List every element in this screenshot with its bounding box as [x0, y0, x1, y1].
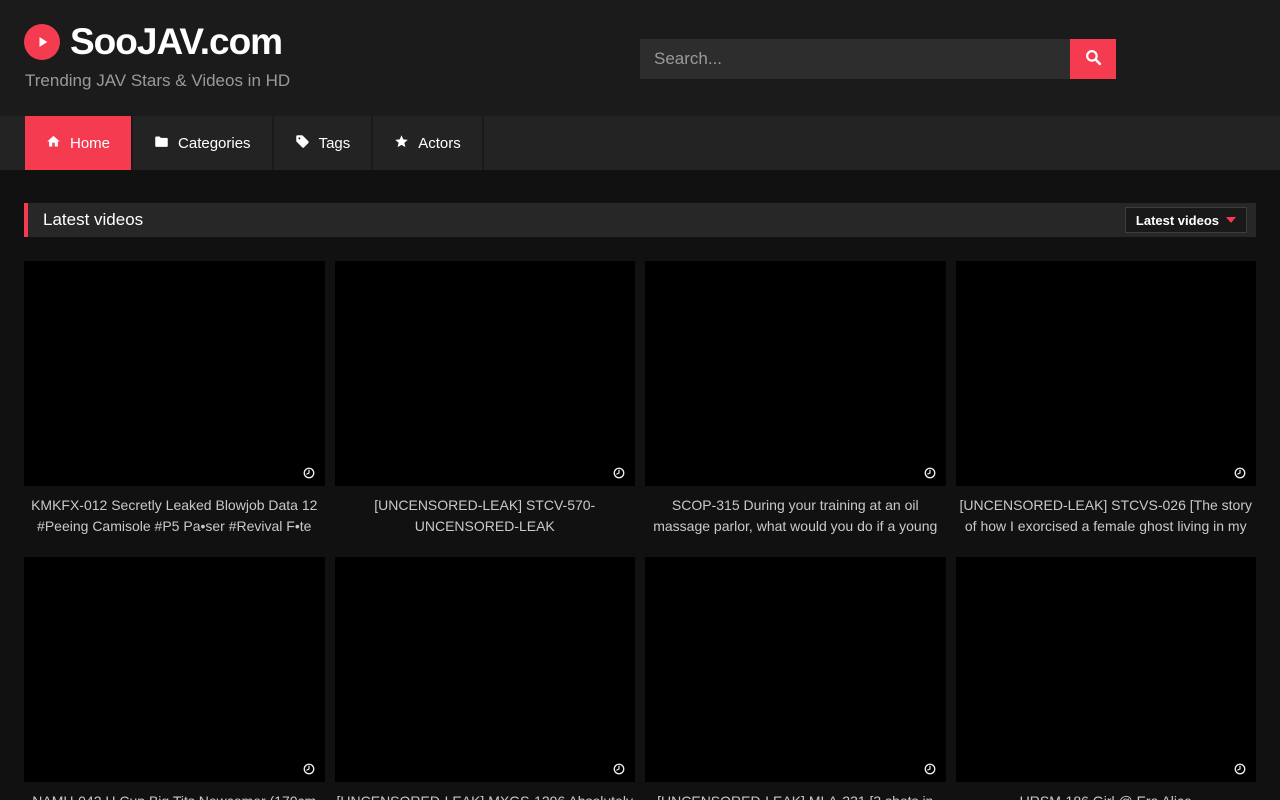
clock-icon: [613, 466, 625, 478]
nav-item-label: Home: [70, 135, 110, 152]
tag-icon: [295, 134, 310, 153]
sort-dropdown-label: Latest videos: [1136, 213, 1219, 228]
clock-icon: [1234, 466, 1246, 478]
video-card: [UNCENSORED-LEAK] MXGS-1296 Absolutely: [335, 557, 636, 800]
video-title[interactable]: NAMH-042 H Cup Big Tits Newcomer (170cm …: [26, 791, 323, 800]
video-thumbnail[interactable]: [645, 261, 946, 486]
site-tagline: Trending JAV Stars & Videos in HD: [25, 71, 290, 91]
section-title: Latest videos: [43, 210, 143, 230]
video-card: [UNCENSORED-LEAK] MLA-231 [3 shots in: [645, 557, 946, 800]
logo-text: SooJAV.com: [70, 21, 282, 63]
nav-item-tags[interactable]: Tags: [274, 116, 374, 170]
video-card: SCOP-315 During your training at an oil …: [645, 261, 946, 537]
clock-icon: [613, 762, 625, 774]
video-title[interactable]: [UNCENSORED-LEAK] MLA-231 [3 shots in: [647, 791, 944, 800]
video-card: NAMH-042 H Cup Big Tits Newcomer (170cm …: [24, 557, 325, 800]
video-title[interactable]: [UNCENSORED-LEAK] STCVS-026 [The story o…: [958, 495, 1255, 537]
video-thumbnail[interactable]: [24, 261, 325, 486]
search-button[interactable]: [1070, 39, 1116, 79]
main-content: Latest videos Latest videos KMKFX-012 Se…: [0, 203, 1280, 800]
section-header: Latest videos Latest videos: [24, 203, 1256, 237]
nav-item-label: Categories: [178, 135, 251, 152]
video-thumbnail[interactable]: [956, 557, 1257, 782]
home-icon: [46, 134, 61, 153]
video-thumbnail[interactable]: [335, 557, 636, 782]
video-title[interactable]: [UNCENSORED-LEAK] MXGS-1296 Absolutely: [337, 791, 634, 800]
video-card: [UNCENSORED-LEAK] STCVS-026 [The story o…: [956, 261, 1257, 537]
video-card: [UNCENSORED-LEAK] STCV-570-UNCENSORED-LE…: [335, 261, 636, 537]
search-form: [640, 39, 1116, 79]
video-card: KMKFX-012 Secretly Leaked Blowjob Data 1…: [24, 261, 325, 537]
video-title[interactable]: URSM-186 Girl @ Era Alice: [958, 791, 1255, 800]
video-title[interactable]: SCOP-315 During your training at an oil …: [647, 495, 944, 537]
sort-dropdown[interactable]: Latest videos: [1125, 207, 1247, 233]
clock-icon: [303, 762, 315, 774]
clock-icon: [924, 762, 936, 774]
site-header: SooJAV.com Trending JAV Stars & Videos i…: [0, 0, 1280, 116]
search-icon: [1084, 48, 1103, 70]
video-thumbnail[interactable]: [956, 261, 1257, 486]
play-icon: [24, 24, 60, 60]
chevron-down-icon: [1226, 217, 1236, 223]
nav-item-label: Actors: [418, 135, 461, 152]
video-title[interactable]: KMKFX-012 Secretly Leaked Blowjob Data 1…: [26, 495, 323, 537]
site-logo[interactable]: SooJAV.com: [24, 21, 282, 63]
video-thumbnail[interactable]: [24, 557, 325, 782]
video-grid: KMKFX-012 Secretly Leaked Blowjob Data 1…: [24, 261, 1256, 800]
clock-icon: [1234, 762, 1246, 774]
clock-icon: [303, 466, 315, 478]
nav-item-categories[interactable]: Categories: [133, 116, 274, 170]
video-title[interactable]: [UNCENSORED-LEAK] STCV-570-UNCENSORED-LE…: [337, 495, 634, 537]
folder-icon: [154, 134, 169, 153]
main-nav: Home Categories Tags Actors: [0, 116, 1280, 170]
nav-item-actors[interactable]: Actors: [373, 116, 484, 170]
search-input[interactable]: [640, 39, 1070, 79]
nav-item-home[interactable]: Home: [25, 116, 133, 170]
video-thumbnail[interactable]: [335, 261, 636, 486]
star-icon: [394, 134, 409, 153]
clock-icon: [924, 466, 936, 478]
nav-item-label: Tags: [319, 135, 351, 152]
video-thumbnail[interactable]: [645, 557, 946, 782]
video-card: URSM-186 Girl @ Era Alice: [956, 557, 1257, 800]
